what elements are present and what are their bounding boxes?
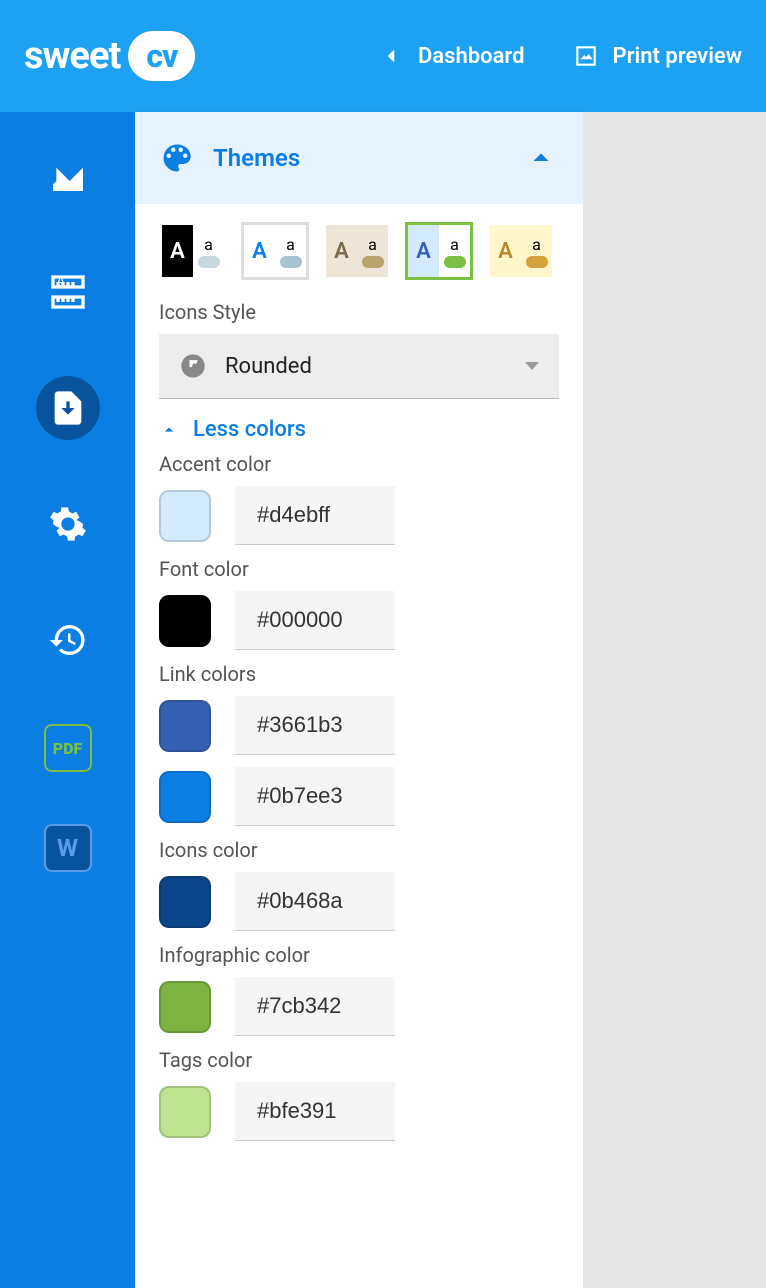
sidebar-export-icon[interactable] (36, 376, 100, 440)
color-input[interactable] (235, 767, 395, 826)
theme-thumb-4[interactable]: Aa (487, 222, 555, 280)
main-layout: A PDF W Themes AaAaAaAaAa Icons Style (0, 112, 766, 1288)
theme-pill (280, 256, 302, 268)
color-input[interactable] (235, 591, 395, 650)
color-input[interactable] (235, 872, 395, 931)
theme-pill (198, 256, 220, 268)
color-input[interactable] (235, 1082, 395, 1141)
color-row (159, 591, 559, 650)
color-swatch[interactable] (159, 700, 211, 752)
chevron-left-icon (378, 43, 404, 69)
dashboard-button[interactable]: Dashboard (378, 43, 524, 69)
color-swatch[interactable] (159, 1086, 211, 1138)
sidebar: A PDF W (0, 112, 135, 1288)
theme-right: a (521, 225, 552, 277)
ruler-icon: A (48, 272, 88, 312)
theme-right: a (275, 225, 306, 277)
print-preview-label: Print preview (613, 44, 743, 69)
color-row (159, 1082, 559, 1141)
theme-left: A (326, 225, 357, 277)
theme-left: A (490, 225, 521, 277)
pdf-label: PDF (53, 739, 83, 758)
color-swatch[interactable] (159, 981, 211, 1033)
theme-pill (362, 256, 384, 268)
sidebar-settings-icon[interactable] (36, 492, 100, 556)
color-swatch[interactable] (159, 490, 211, 542)
logo-badge: cv (128, 31, 195, 81)
color-input[interactable] (235, 696, 395, 755)
less-colors-label: Less colors (193, 417, 306, 442)
panel-header[interactable]: Themes (135, 112, 583, 204)
color-swatch[interactable] (159, 595, 211, 647)
color-group-label: Infographic color (159, 943, 559, 967)
theme-thumb-2[interactable]: Aa (323, 222, 391, 280)
theme-small-a: a (532, 235, 541, 254)
color-row (159, 767, 559, 826)
themes-panel: Themes AaAaAaAaAa Icons Style Rounded Le… (135, 112, 583, 1288)
theme-right: a (439, 225, 470, 277)
themes-row: AaAaAaAaAa (159, 222, 559, 280)
history-icon (48, 620, 88, 660)
theme-left: A (162, 225, 193, 277)
sidebar-design-icon[interactable] (36, 144, 100, 208)
sidebar-pdf-button[interactable]: PDF (44, 724, 92, 772)
document-upload-icon (48, 388, 88, 428)
sidebar-ruler-icon[interactable]: A (36, 260, 100, 324)
color-group-label: Font color (159, 557, 559, 581)
theme-small-a: a (204, 235, 213, 254)
theme-thumb-1[interactable]: Aa (241, 222, 309, 280)
palette-tool-icon (48, 156, 88, 196)
sidebar-history-icon[interactable] (36, 608, 100, 672)
theme-small-a: a (368, 235, 377, 254)
chevron-up-icon (523, 140, 559, 176)
chevron-up-icon (159, 420, 179, 440)
colors-list: Accent color Font color Link colors Icons c… (159, 452, 559, 1141)
logo-text: sweet (24, 34, 120, 78)
color-group-label: Link colors (159, 662, 559, 686)
color-row (159, 486, 559, 545)
print-preview-button[interactable]: Print preview (573, 43, 743, 69)
icons-style-label: Icons Style (159, 300, 559, 324)
icons-style-value: Rounded (225, 354, 507, 379)
theme-pill (444, 256, 466, 268)
svg-text:A: A (56, 274, 65, 289)
color-swatch[interactable] (159, 771, 211, 823)
logo[interactable]: sweet cv (24, 31, 195, 81)
theme-thumb-3[interactable]: Aa (405, 222, 473, 280)
color-swatch[interactable] (159, 876, 211, 928)
theme-pill (526, 256, 548, 268)
color-row (159, 977, 559, 1036)
theme-left: A (408, 225, 439, 277)
caret-down-icon (525, 362, 539, 370)
word-label: W (57, 834, 78, 862)
color-input[interactable] (235, 977, 395, 1036)
image-icon (573, 43, 599, 69)
color-group-label: Tags color (159, 1048, 559, 1072)
color-group-label: Icons color (159, 838, 559, 862)
theme-right: a (193, 225, 224, 277)
theme-small-a: a (450, 235, 459, 254)
color-row (159, 696, 559, 755)
theme-left: A (244, 225, 275, 277)
palette-icon (159, 140, 195, 176)
header-actions: Dashboard Print preview (378, 43, 742, 69)
theme-right: a (357, 225, 388, 277)
flag-icon (179, 352, 207, 380)
panel-title: Themes (213, 144, 505, 172)
theme-small-a: a (286, 235, 295, 254)
preview-area (583, 112, 766, 1288)
themes-section: AaAaAaAaAa Icons Style Rounded Less colo… (135, 204, 583, 1171)
color-group-label: Accent color (159, 452, 559, 476)
theme-thumb-0[interactable]: Aa (159, 222, 227, 280)
dashboard-label: Dashboard (418, 44, 524, 69)
app-header: sweet cv Dashboard Print preview (0, 0, 766, 112)
color-row (159, 872, 559, 931)
icons-style-select[interactable]: Rounded (159, 334, 559, 399)
color-input[interactable] (235, 486, 395, 545)
less-colors-toggle[interactable]: Less colors (159, 417, 559, 442)
gear-icon (48, 504, 88, 544)
sidebar-word-button[interactable]: W (44, 824, 92, 872)
